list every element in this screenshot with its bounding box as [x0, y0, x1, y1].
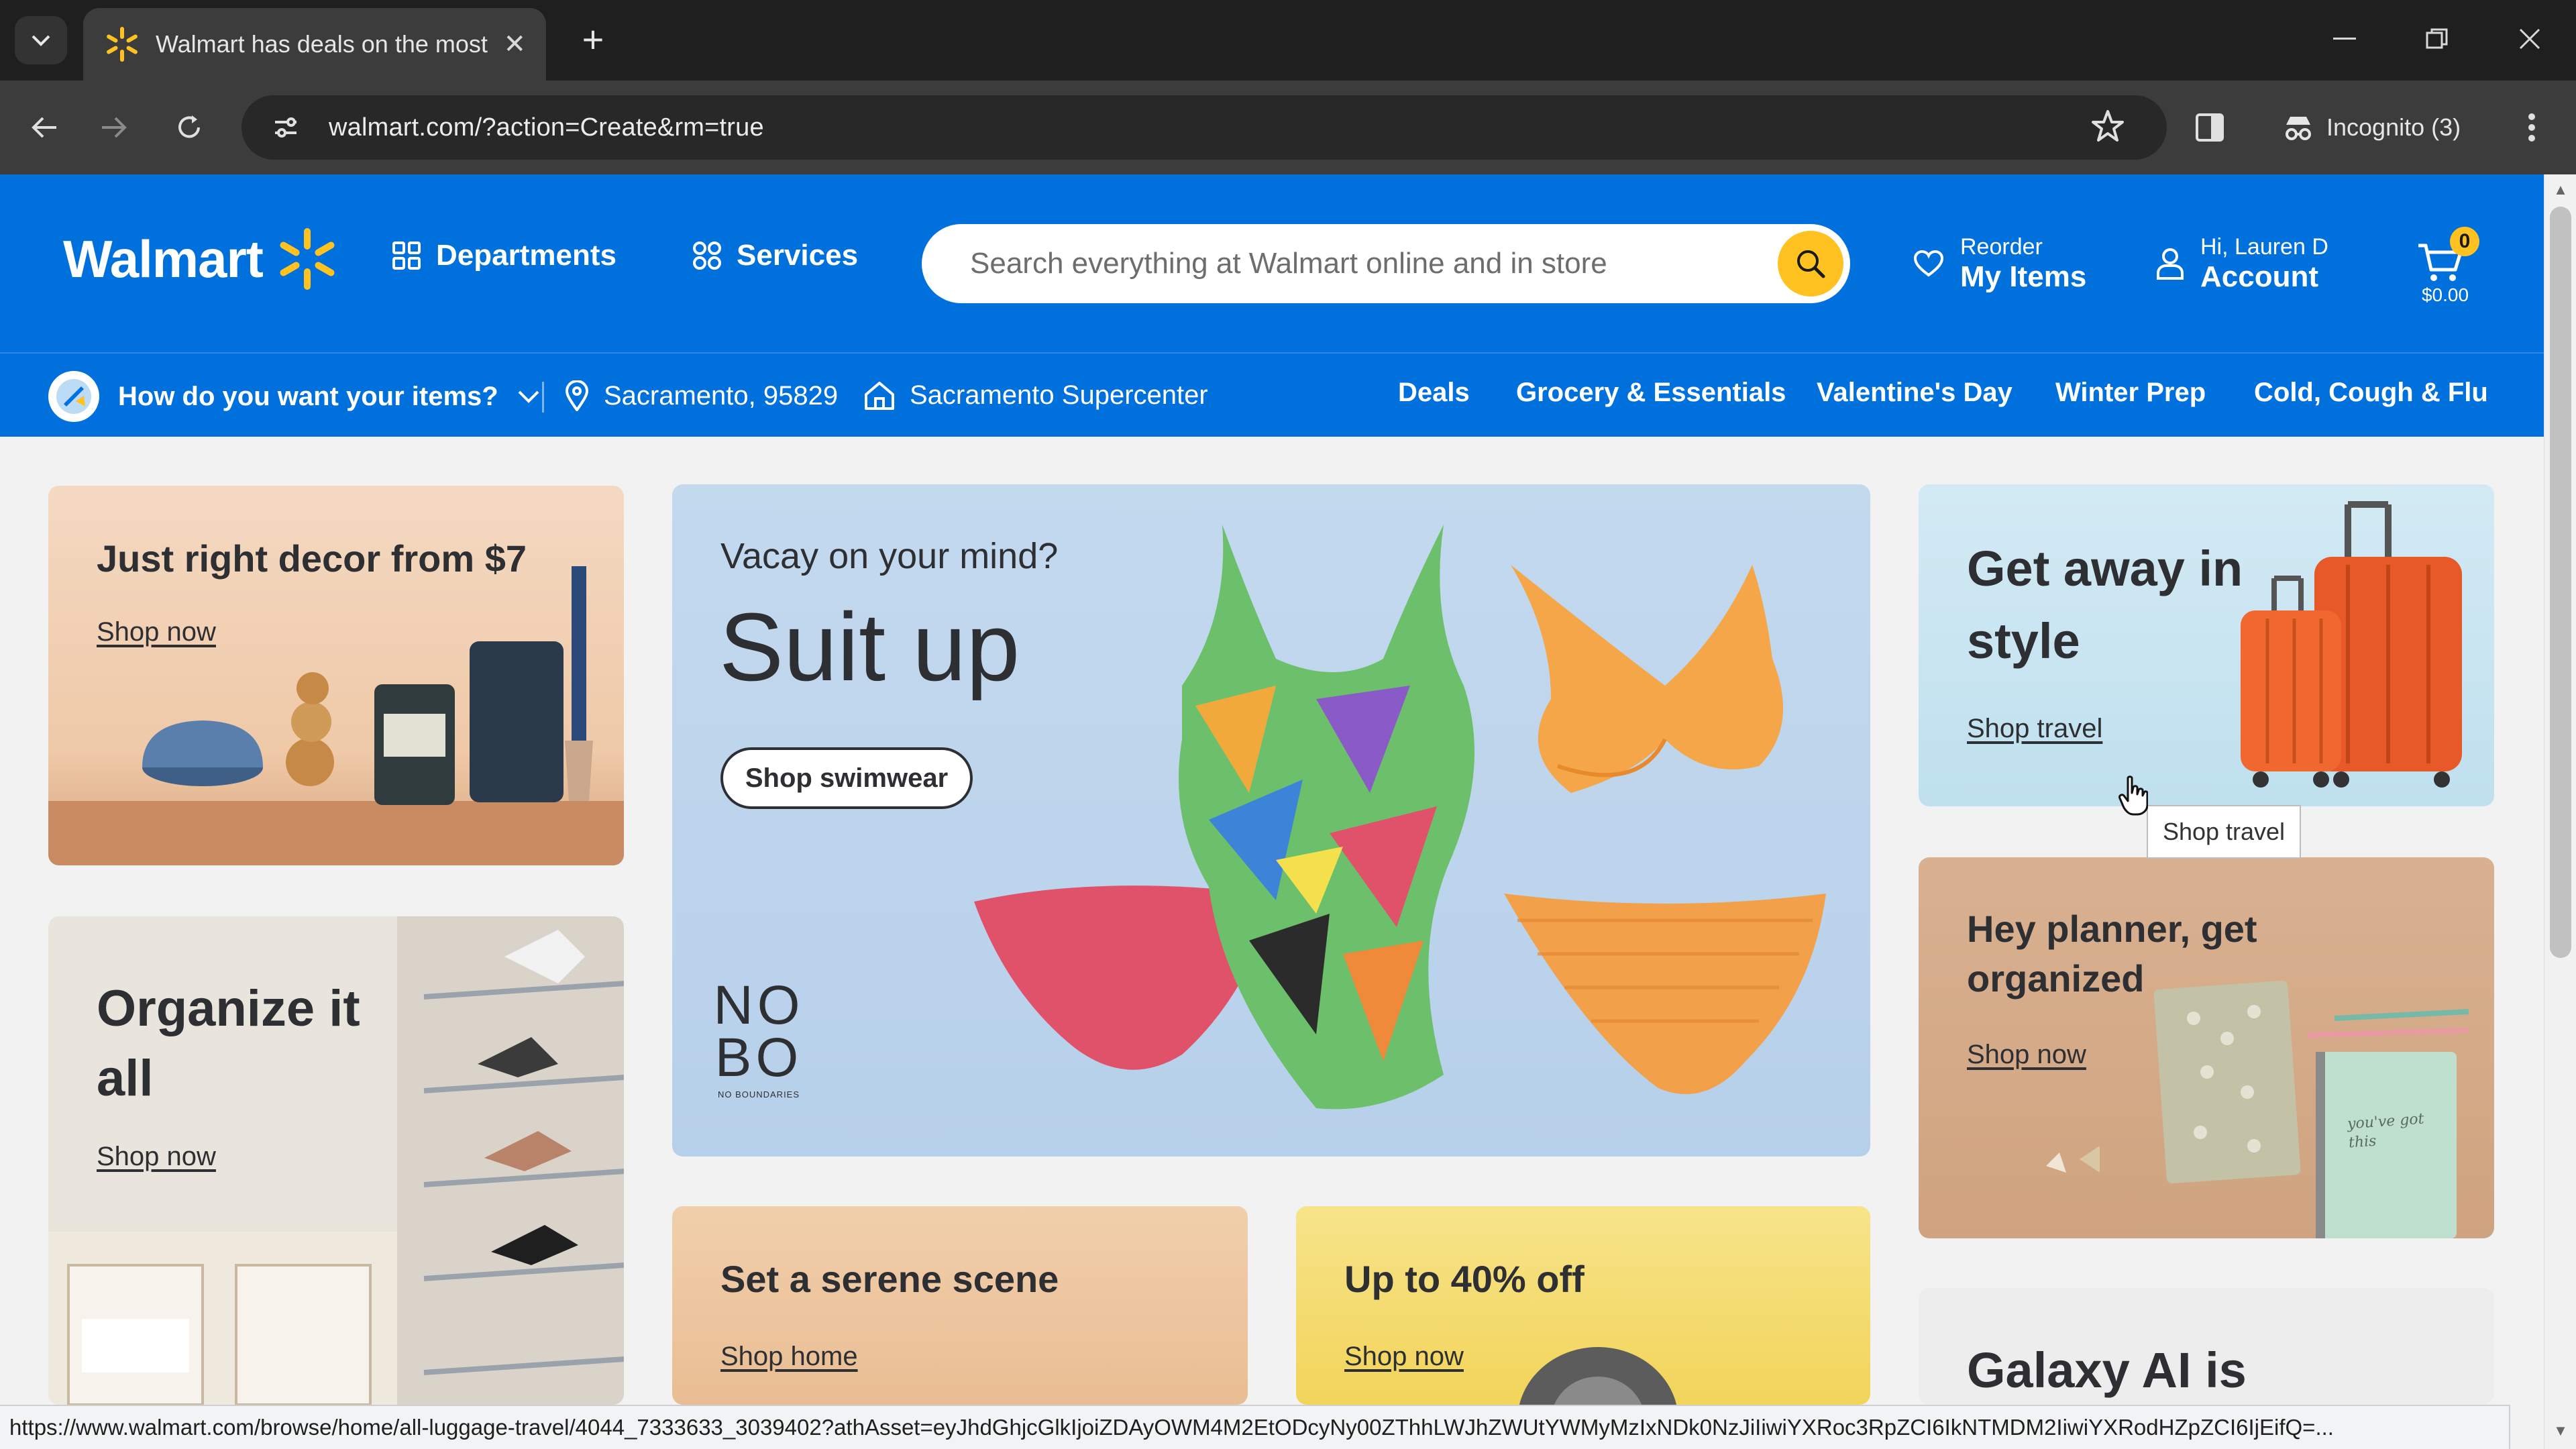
user-icon: [2157, 248, 2184, 280]
scroll-up-arrow-icon[interactable]: ▲: [2553, 181, 2569, 198]
location-selector[interactable]: Sacramento, 95829: [565, 380, 838, 411]
nav-link-winter-prep[interactable]: Winter Prep: [2055, 378, 2206, 408]
side-panel-icon[interactable]: [2186, 103, 2234, 152]
fulfillment-label: How do you want your items?: [118, 381, 498, 411]
appliance-image: [1519, 1347, 1677, 1405]
nav-link-valentines[interactable]: Valentine's Day: [1817, 378, 2012, 408]
search-bar: [922, 224, 1850, 303]
search-button[interactable]: [1778, 231, 1843, 297]
services-button[interactable]: Services: [692, 239, 858, 272]
departments-label: Departments: [436, 239, 616, 272]
sale-title: Up to 40% off: [1344, 1258, 1585, 1300]
account-greeting: Hi, Lauren D: [2200, 234, 2328, 260]
close-tab-icon[interactable]: ✕: [503, 29, 526, 60]
restore-window-icon[interactable]: [2407, 15, 2467, 63]
reorder-small-text: Reorder: [1960, 234, 2043, 260]
incognito-label: Incognito (3): [2326, 113, 2461, 141]
active-tab[interactable]: Walmart has deals on the most ✕: [83, 8, 546, 80]
search-icon: [1797, 250, 1825, 278]
grid-icon: [392, 241, 421, 270]
decor-promo-card[interactable]: Just right decor from $7 Shop now: [48, 486, 624, 865]
chevron-down-icon: [32, 35, 50, 46]
tab-title: Walmart has deals on the most: [156, 30, 488, 58]
galaxy-title: Galaxy AI is: [1967, 1342, 2247, 1398]
fulfillment-selector[interactable]: How do you want your items?: [48, 371, 540, 422]
organize-promo-card[interactable]: Organize it all Shop now: [48, 916, 624, 1405]
browser-toolbar: walmart.com/?action=Create&rm=true Incog…: [0, 80, 2576, 174]
close-window-icon[interactable]: [2500, 15, 2560, 63]
serene-shop-home-link[interactable]: Shop home: [720, 1342, 858, 1372]
hero-swimwear-card[interactable]: Vacay on your mind? Suit up Shop swimwea…: [672, 484, 1870, 1157]
cart-button[interactable]: 0 $0.00: [2408, 227, 2482, 307]
planner-product-image: [2046, 980, 2469, 1238]
reorder-my-items-link[interactable]: Reorder My Items: [1913, 233, 2086, 294]
page-scrollbar[interactable]: ▲ ▼: [2544, 174, 2576, 1449]
decor-product-image: [48, 566, 624, 865]
galaxy-ai-card[interactable]: Galaxy AI is: [1919, 1288, 2494, 1405]
site-header: Walmart Departments Services Reorder: [0, 174, 2544, 352]
sale-shop-now-link[interactable]: Shop now: [1344, 1342, 1464, 1372]
incognito-icon: [2286, 117, 2311, 140]
walmart-logo[interactable]: Walmart: [63, 227, 339, 291]
incognito-indicator[interactable]: Incognito (3): [2267, 101, 2475, 154]
divider: [542, 382, 544, 413]
swimwear-product-image: [974, 525, 1826, 1110]
sale-promo-card[interactable]: Up to 40% off Shop now: [1296, 1206, 1870, 1405]
heart-icon: [1913, 250, 1944, 277]
planner-promo-card[interactable]: Hey planner, get organized Shop now you'…: [1919, 857, 2494, 1238]
store-icon: [865, 381, 894, 410]
search-input[interactable]: [970, 247, 1768, 280]
scrollbar-thumb[interactable]: [2550, 207, 2571, 958]
browser-tab-strip: Walmart has deals on the most ✕ +: [0, 0, 2576, 80]
walmart-spark-icon: [107, 27, 138, 62]
reorder-big-text: My Items: [1960, 260, 2087, 293]
services-label: Services: [737, 239, 859, 272]
hand-cursor-icon: [2118, 775, 2148, 816]
link-status-bar: https://www.walmart.com/browse/home/all-…: [0, 1405, 2510, 1449]
bookmark-star-icon[interactable]: [2089, 107, 2127, 145]
forward-arrow-icon[interactable]: [90, 103, 138, 152]
walmart-spark-icon: [280, 228, 335, 290]
site-settings-icon[interactable]: [266, 107, 306, 148]
shop-travel-link[interactable]: Shop travel: [1967, 714, 2102, 744]
store-text: Sacramento Supercenter: [910, 380, 1208, 410]
departments-button[interactable]: Departments: [392, 239, 616, 272]
planner-note: you've got this: [2347, 1110, 2425, 1152]
nav-link-deals[interactable]: Deals: [1398, 378, 1470, 408]
account-link[interactable]: Hi, Lauren D Account: [2156, 233, 2328, 294]
travel-title: Get away in style: [1967, 541, 2243, 669]
hover-tooltip: Shop travel: [2147, 805, 2301, 859]
fulfillment-badge-icon: [48, 371, 99, 422]
secondary-nav: How do you want your items? Sacramento, …: [0, 352, 2544, 437]
organize-shop-now-link[interactable]: Shop now: [97, 1142, 216, 1172]
serene-title: Set a serene scene: [720, 1258, 1059, 1300]
cart-count-badge: 0: [2450, 227, 2479, 256]
logo-text: Walmart: [63, 229, 264, 288]
back-arrow-icon[interactable]: [20, 103, 68, 152]
cart-total: $0.00: [2421, 284, 2469, 305]
serene-scene-card[interactable]: Set a serene scene Shop home: [672, 1206, 1248, 1405]
address-bar[interactable]: walmart.com/?action=Create&rm=true: [241, 95, 2167, 160]
scroll-down-arrow-icon[interactable]: ▼: [2553, 1422, 2569, 1439]
travel-promo-card[interactable]: Get away in style Shop travel: [1919, 484, 2494, 806]
organize-title: Organize it all: [97, 980, 360, 1107]
new-tab-plus-icon[interactable]: +: [569, 15, 617, 63]
nav-link-cold-flu[interactable]: Cold, Cough & Flu: [2254, 378, 2488, 408]
services-grid-icon: [693, 241, 721, 270]
location-text: Sacramento, 95829: [604, 380, 839, 411]
reload-icon[interactable]: [165, 103, 213, 152]
store-selector[interactable]: Sacramento Supercenter: [864, 380, 1208, 411]
url-text: walmart.com/?action=Create&rm=true: [329, 113, 764, 142]
tab-search-button[interactable]: [15, 16, 67, 64]
chevron-down-icon: [518, 390, 539, 403]
nav-link-grocery[interactable]: Grocery & Essentials: [1516, 378, 1786, 408]
account-label: Account: [2200, 260, 2318, 293]
browser-menu-icon[interactable]: [2508, 103, 2556, 152]
luggage-image: [2241, 501, 2462, 788]
minimize-window-icon[interactable]: [2314, 15, 2375, 63]
location-pin-icon: [565, 380, 589, 411]
